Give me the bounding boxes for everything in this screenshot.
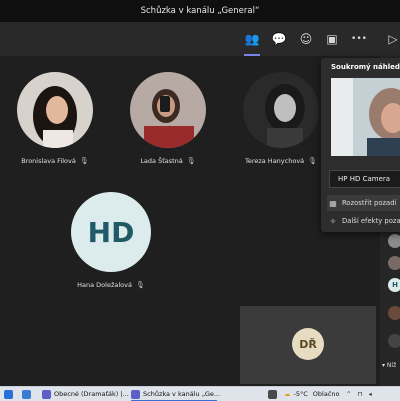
chat-icon[interactable]: 💬	[270, 31, 288, 47]
folder-icon	[4, 390, 13, 399]
participant-mini-avatar[interactable]: H	[388, 278, 400, 292]
teams-icon	[42, 390, 51, 399]
volume-icon: ◂	[369, 390, 372, 398]
participant-name-row: Lada Šťastná 🎙	[113, 157, 223, 165]
participant-mini-avatar[interactable]	[388, 256, 400, 270]
teams-icon	[131, 390, 140, 399]
window-title: Schůzka v kanálu „General“	[141, 6, 260, 16]
option-label: Další efekty pozadí	[342, 217, 400, 225]
windows-taskbar: Obecné (Dramaťák) |... Schůzka v kanálu …	[0, 386, 400, 401]
participant-mini-avatar[interactable]	[388, 306, 400, 320]
participant-mini-avatar[interactable]	[388, 334, 400, 348]
mic-muted-icon: 🎙	[80, 157, 89, 165]
participant-tile[interactable]: HD Hana Doležalová 🎙	[56, 192, 166, 289]
taskbar-window-obecne[interactable]: Obecné (Dramaťák) |...	[42, 388, 129, 400]
participants-icon[interactable]: 👥	[243, 31, 261, 47]
popup-title: Soukromý náhled	[331, 63, 400, 71]
self-video-tile[interactable]: DŘ	[240, 306, 376, 384]
participant-name-row: Tereza Hanychová 🎙	[226, 157, 336, 165]
more-effects-option[interactable]: ✧ Další efekty pozadí	[327, 213, 400, 229]
weather-icon: ☁	[284, 390, 291, 398]
chevron-up-icon: ⌃	[346, 390, 351, 398]
window-titlebar: Schůzka v kanálu „General“	[0, 0, 400, 22]
weather-desc: Oblačno	[313, 390, 340, 398]
participant-tile[interactable]: Tereza Hanychová 🎙	[226, 72, 336, 165]
scroll-down-link[interactable]: ▾ Níž	[382, 362, 396, 369]
camera-preview	[331, 78, 400, 156]
taskbar-overflow-icon[interactable]	[268, 388, 280, 400]
blur-icon: ▦	[327, 199, 339, 208]
participant-tile[interactable]: Lada Šťastná 🎙	[113, 72, 223, 165]
mic-muted-icon: 🎙	[187, 157, 196, 165]
weather-temp: -5°C	[294, 390, 308, 398]
tray-icons[interactable]: ⌃ ⊓ ◂	[346, 388, 372, 400]
app-icon	[22, 390, 31, 399]
participant-photo	[130, 72, 206, 148]
participant-photo	[17, 72, 93, 148]
participant-photo	[243, 72, 319, 148]
network-icon: ⊓	[357, 390, 362, 398]
more-options-icon[interactable]: •••	[350, 31, 368, 47]
taskbar-app-icon[interactable]	[22, 388, 34, 400]
participant-mini-avatar[interactable]	[388, 234, 400, 248]
participant-name-row: Hana Doležalová 🎙	[56, 281, 166, 289]
option-label: Rozostřit pozadí	[342, 199, 396, 207]
participant-initials-avatar: HD	[71, 192, 151, 272]
camera-device-select[interactable]: HP HD Camera	[329, 170, 400, 188]
taskbar-window-schuzka[interactable]: Schůzka v kanálu „Ge...	[131, 388, 220, 400]
camera-device-label: HP HD Camera	[338, 175, 390, 183]
meeting-toolbar: 👥 💬 ☺ ▣ ••• ▷	[0, 22, 400, 57]
participant-tile[interactable]: Bronislava Filová 🎙	[0, 72, 110, 165]
participant-name-row: Bronislava Filová 🎙	[0, 157, 110, 165]
taskbar-app-icon[interactable]	[4, 388, 16, 400]
reactions-icon[interactable]: ☺	[297, 31, 315, 47]
app-icon	[268, 390, 277, 399]
participant-name: Tereza Hanychová	[245, 157, 304, 165]
effects-icon: ✧	[327, 217, 339, 226]
participant-name: Lada Šťastná	[140, 157, 182, 165]
taskbar-window-label: Schůzka v kanálu „Ge...	[143, 390, 220, 398]
self-initials-avatar: DŘ	[292, 328, 324, 360]
camera-icon[interactable]: ▷	[384, 31, 400, 47]
taskbar-window-label: Obecné (Dramaťák) |...	[54, 390, 129, 398]
camera-preview-popup: Soukromý náhled HP HD Camera ▦ Rozostřit…	[321, 58, 400, 232]
mic-muted-icon: 🎙	[308, 157, 317, 165]
blur-background-option[interactable]: ▦ Rozostřit pozadí	[327, 195, 400, 211]
participant-name: Hana Doležalová	[77, 281, 132, 289]
weather-widget[interactable]: ☁ -5°C Oblačno	[284, 388, 339, 400]
participant-name: Bronislava Filová	[21, 157, 76, 165]
mic-muted-icon: 🎙	[136, 281, 145, 289]
rooms-icon[interactable]: ▣	[323, 31, 341, 47]
